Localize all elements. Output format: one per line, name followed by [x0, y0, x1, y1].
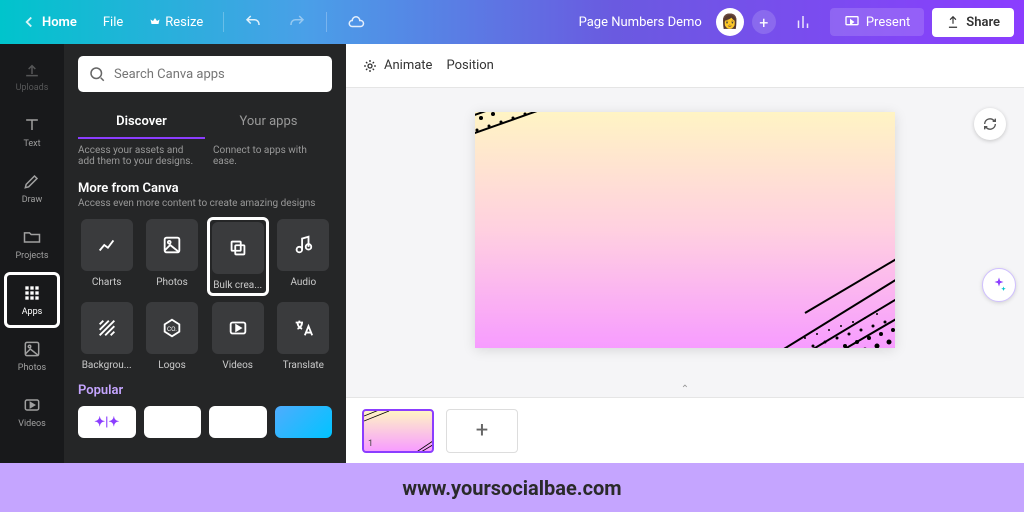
translate-icon — [292, 317, 314, 339]
sidenav-apps[interactable]: Apps — [4, 272, 60, 328]
grid-icon — [22, 283, 42, 303]
halftone-decoration — [475, 112, 615, 192]
present-button[interactable]: Present — [830, 8, 924, 36]
app-photos[interactable]: Photos — [143, 219, 200, 294]
top-toolbar: Home File Resize Page Numbers Demo 👩 + P… — [0, 0, 1024, 44]
video-icon — [22, 395, 42, 415]
home-label: Home — [42, 15, 77, 30]
animate-button[interactable]: Animate — [362, 58, 432, 74]
undo-icon — [244, 13, 262, 31]
svg-text:CO.: CO. — [167, 325, 177, 333]
app-translate[interactable]: Translate — [275, 302, 332, 371]
redo-button[interactable] — [278, 7, 316, 37]
chevron-left-icon — [20, 13, 38, 31]
canvas-toolbar: Animate Position — [346, 44, 1024, 88]
share-button[interactable]: Share — [932, 8, 1014, 37]
resize-button[interactable]: Resize — [139, 9, 213, 36]
side-nav: Uploads Text Draw Projects Apps Photos V… — [0, 44, 64, 463]
popular-app-4[interactable] — [275, 406, 333, 438]
page-expand-handle[interactable]: ⌃ — [346, 382, 1024, 397]
popular-app-3[interactable] — [209, 406, 267, 438]
home-button[interactable]: Home — [10, 7, 87, 37]
thumb-preview — [364, 411, 434, 453]
tab-yourapps[interactable]: Your apps — [205, 106, 332, 139]
cloud-icon — [347, 13, 365, 31]
app-audio[interactable]: Audio — [275, 219, 332, 294]
refresh-icon — [982, 116, 998, 132]
line-chart-icon — [96, 234, 118, 256]
magic-button[interactable] — [982, 268, 1016, 302]
hexagon-icon: CO. — [161, 317, 183, 339]
slide-canvas[interactable] — [475, 112, 895, 348]
project-name[interactable]: Page Numbers Demo — [579, 15, 702, 30]
section-desc: Access even more content to create amazi… — [78, 198, 332, 209]
image-icon — [161, 234, 183, 256]
upload-icon — [946, 15, 960, 29]
sparkle-plus-icon — [990, 276, 1008, 294]
position-button[interactable]: Position — [446, 58, 493, 73]
sparkle-icon — [362, 58, 378, 74]
page-thumb-1[interactable]: 1 — [362, 409, 434, 453]
sidenav-photos[interactable]: Photos — [4, 328, 60, 384]
crown-icon — [149, 16, 161, 28]
popular-app-1[interactable]: ✦|✦ — [78, 406, 136, 438]
popular-heading: Popular — [78, 383, 332, 398]
sidenav-videos[interactable]: Videos — [4, 384, 60, 440]
app-bulk-create[interactable]: Bulk crea... — [207, 217, 269, 296]
canvas-area: Animate Position ⌃ 1 — [346, 44, 1024, 463]
image-icon — [22, 339, 42, 359]
app-charts[interactable]: Charts — [78, 219, 135, 294]
bulk-create-icon — [227, 237, 249, 259]
sidenav-text[interactable]: Text — [4, 104, 60, 160]
search-input[interactable] — [114, 67, 322, 82]
user-avatar[interactable]: 👩 — [716, 8, 744, 36]
apps-panel: Discover Your apps Access your assets an… — [64, 44, 346, 463]
text-icon — [22, 115, 42, 135]
undo-button[interactable] — [234, 7, 272, 37]
chart-icon — [794, 13, 812, 31]
sidenav-draw[interactable]: Draw — [4, 160, 60, 216]
file-menu[interactable]: File — [93, 9, 133, 36]
app-videos[interactable]: Videos — [209, 302, 267, 371]
add-page-button[interactable]: + — [446, 409, 518, 453]
sidenav-projects[interactable]: Projects — [4, 216, 60, 272]
page-thumbnails: 1 + — [346, 397, 1024, 463]
present-icon — [844, 14, 860, 30]
watermark-footer: www.yoursocialbae.com — [0, 463, 1024, 512]
app-logos[interactable]: CO.Logos — [143, 302, 200, 371]
cloud-sync-button[interactable] — [337, 7, 375, 37]
search-input-wrap[interactable] — [78, 56, 332, 92]
app-background[interactable]: Backgrou... — [78, 302, 135, 371]
popular-app-2[interactable] — [144, 406, 202, 438]
play-rect-icon — [227, 317, 249, 339]
refresh-button[interactable] — [974, 108, 1006, 140]
sub-desc-left: Access your assets and add them to your … — [78, 145, 197, 167]
pencil-icon — [22, 171, 42, 191]
folder-icon — [22, 227, 42, 247]
halftone-decoration — [715, 228, 895, 348]
thumb-number: 1 — [368, 439, 373, 449]
analytics-button[interactable] — [784, 7, 822, 37]
redo-icon — [288, 13, 306, 31]
music-note-icon — [292, 234, 314, 256]
tab-discover[interactable]: Discover — [78, 106, 205, 139]
magnify-icon — [88, 65, 106, 83]
texture-icon — [96, 317, 118, 339]
footer-url: www.yoursocialbae.com — [402, 476, 621, 500]
add-member-button[interactable]: + — [752, 10, 776, 34]
sidenav-uploads[interactable]: Uploads — [4, 48, 60, 104]
section-title: More from Canva — [78, 181, 332, 196]
chevron-up-icon: ⌃ — [681, 384, 689, 395]
sub-desc-right: Connect to apps with ease. — [213, 145, 332, 167]
upload-cloud-icon — [22, 59, 42, 79]
